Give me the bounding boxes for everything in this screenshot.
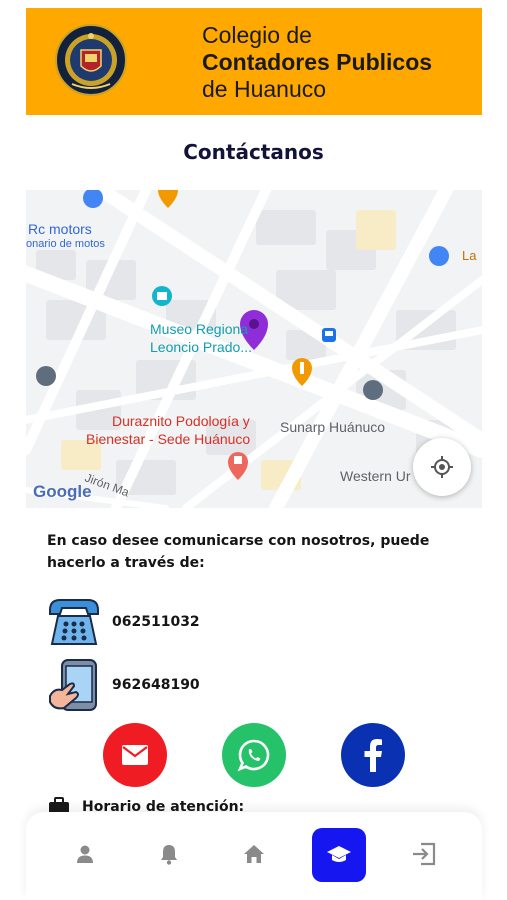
graduation-cap-icon xyxy=(327,846,351,862)
telephone-icon xyxy=(49,599,99,645)
museum-pin-icon xyxy=(152,286,172,306)
restaurant-pin-top-icon xyxy=(158,190,178,208)
bell-icon xyxy=(161,845,177,865)
envelope-icon xyxy=(122,745,148,765)
header-banner: Colegio de Contadores Publicos de Huanuc… xyxy=(26,8,482,115)
nav-home[interactable] xyxy=(232,832,276,876)
map-label-duraznito-line2: Bienestar - Sede Huánuco xyxy=(86,431,251,447)
facebook-icon xyxy=(364,739,382,772)
email-button[interactable] xyxy=(103,723,167,787)
map-label-western: Western Ur xyxy=(340,468,411,484)
phone-contact-row[interactable]: 062511032 xyxy=(46,596,200,648)
page-title: Contáctanos xyxy=(183,140,324,164)
map-label-museo-line1: Museo Regiona xyxy=(150,321,249,337)
bottom-navigation xyxy=(26,812,482,900)
map-label-rc-motors: Rc motors xyxy=(28,221,92,237)
org-name-line3: de Huanuco xyxy=(202,76,327,102)
mobile-phone-icon xyxy=(49,659,97,711)
bus-stop-icon xyxy=(322,328,336,342)
my-location-button[interactable] xyxy=(413,438,471,496)
mobile-number[interactable]: 962648190 xyxy=(112,677,200,693)
user-icon xyxy=(77,845,93,863)
map-label-la: La xyxy=(462,248,477,263)
map-label-duraznito-line1: Duraznito Podología y xyxy=(112,413,250,429)
logout-icon xyxy=(413,842,436,866)
mobile-contact-row[interactable]: 962648190 xyxy=(46,658,200,712)
whatsapp-button[interactable] xyxy=(222,723,286,787)
phone-number[interactable]: 062511032 xyxy=(112,614,200,630)
google-logo: Google xyxy=(33,482,92,501)
nav-notifications[interactable] xyxy=(147,832,191,876)
nav-logout[interactable] xyxy=(402,832,446,876)
nav-education[interactable] xyxy=(312,828,366,882)
nav-profile[interactable] xyxy=(63,832,107,876)
institution-seal-logo xyxy=(55,24,127,96)
org-name-line2: Contadores Publicos xyxy=(202,49,433,75)
crosshair-icon xyxy=(431,456,453,478)
whatsapp-icon xyxy=(237,739,270,772)
home-icon xyxy=(244,845,264,863)
map-label-museo-line2: Leoncio Prado... xyxy=(150,339,252,355)
org-name-line1: Colegio de xyxy=(202,22,312,48)
map-label-sunarp: Sunarp Huánuco xyxy=(280,419,386,435)
map-label-rc-motors-sub: onario de motos xyxy=(26,238,105,250)
facebook-button[interactable] xyxy=(341,723,405,787)
contact-intro-text: En caso desee comunicarse con nosotros, … xyxy=(47,533,430,571)
organization-name: Colegio de Contadores Publicos de Huanuc… xyxy=(202,22,432,103)
